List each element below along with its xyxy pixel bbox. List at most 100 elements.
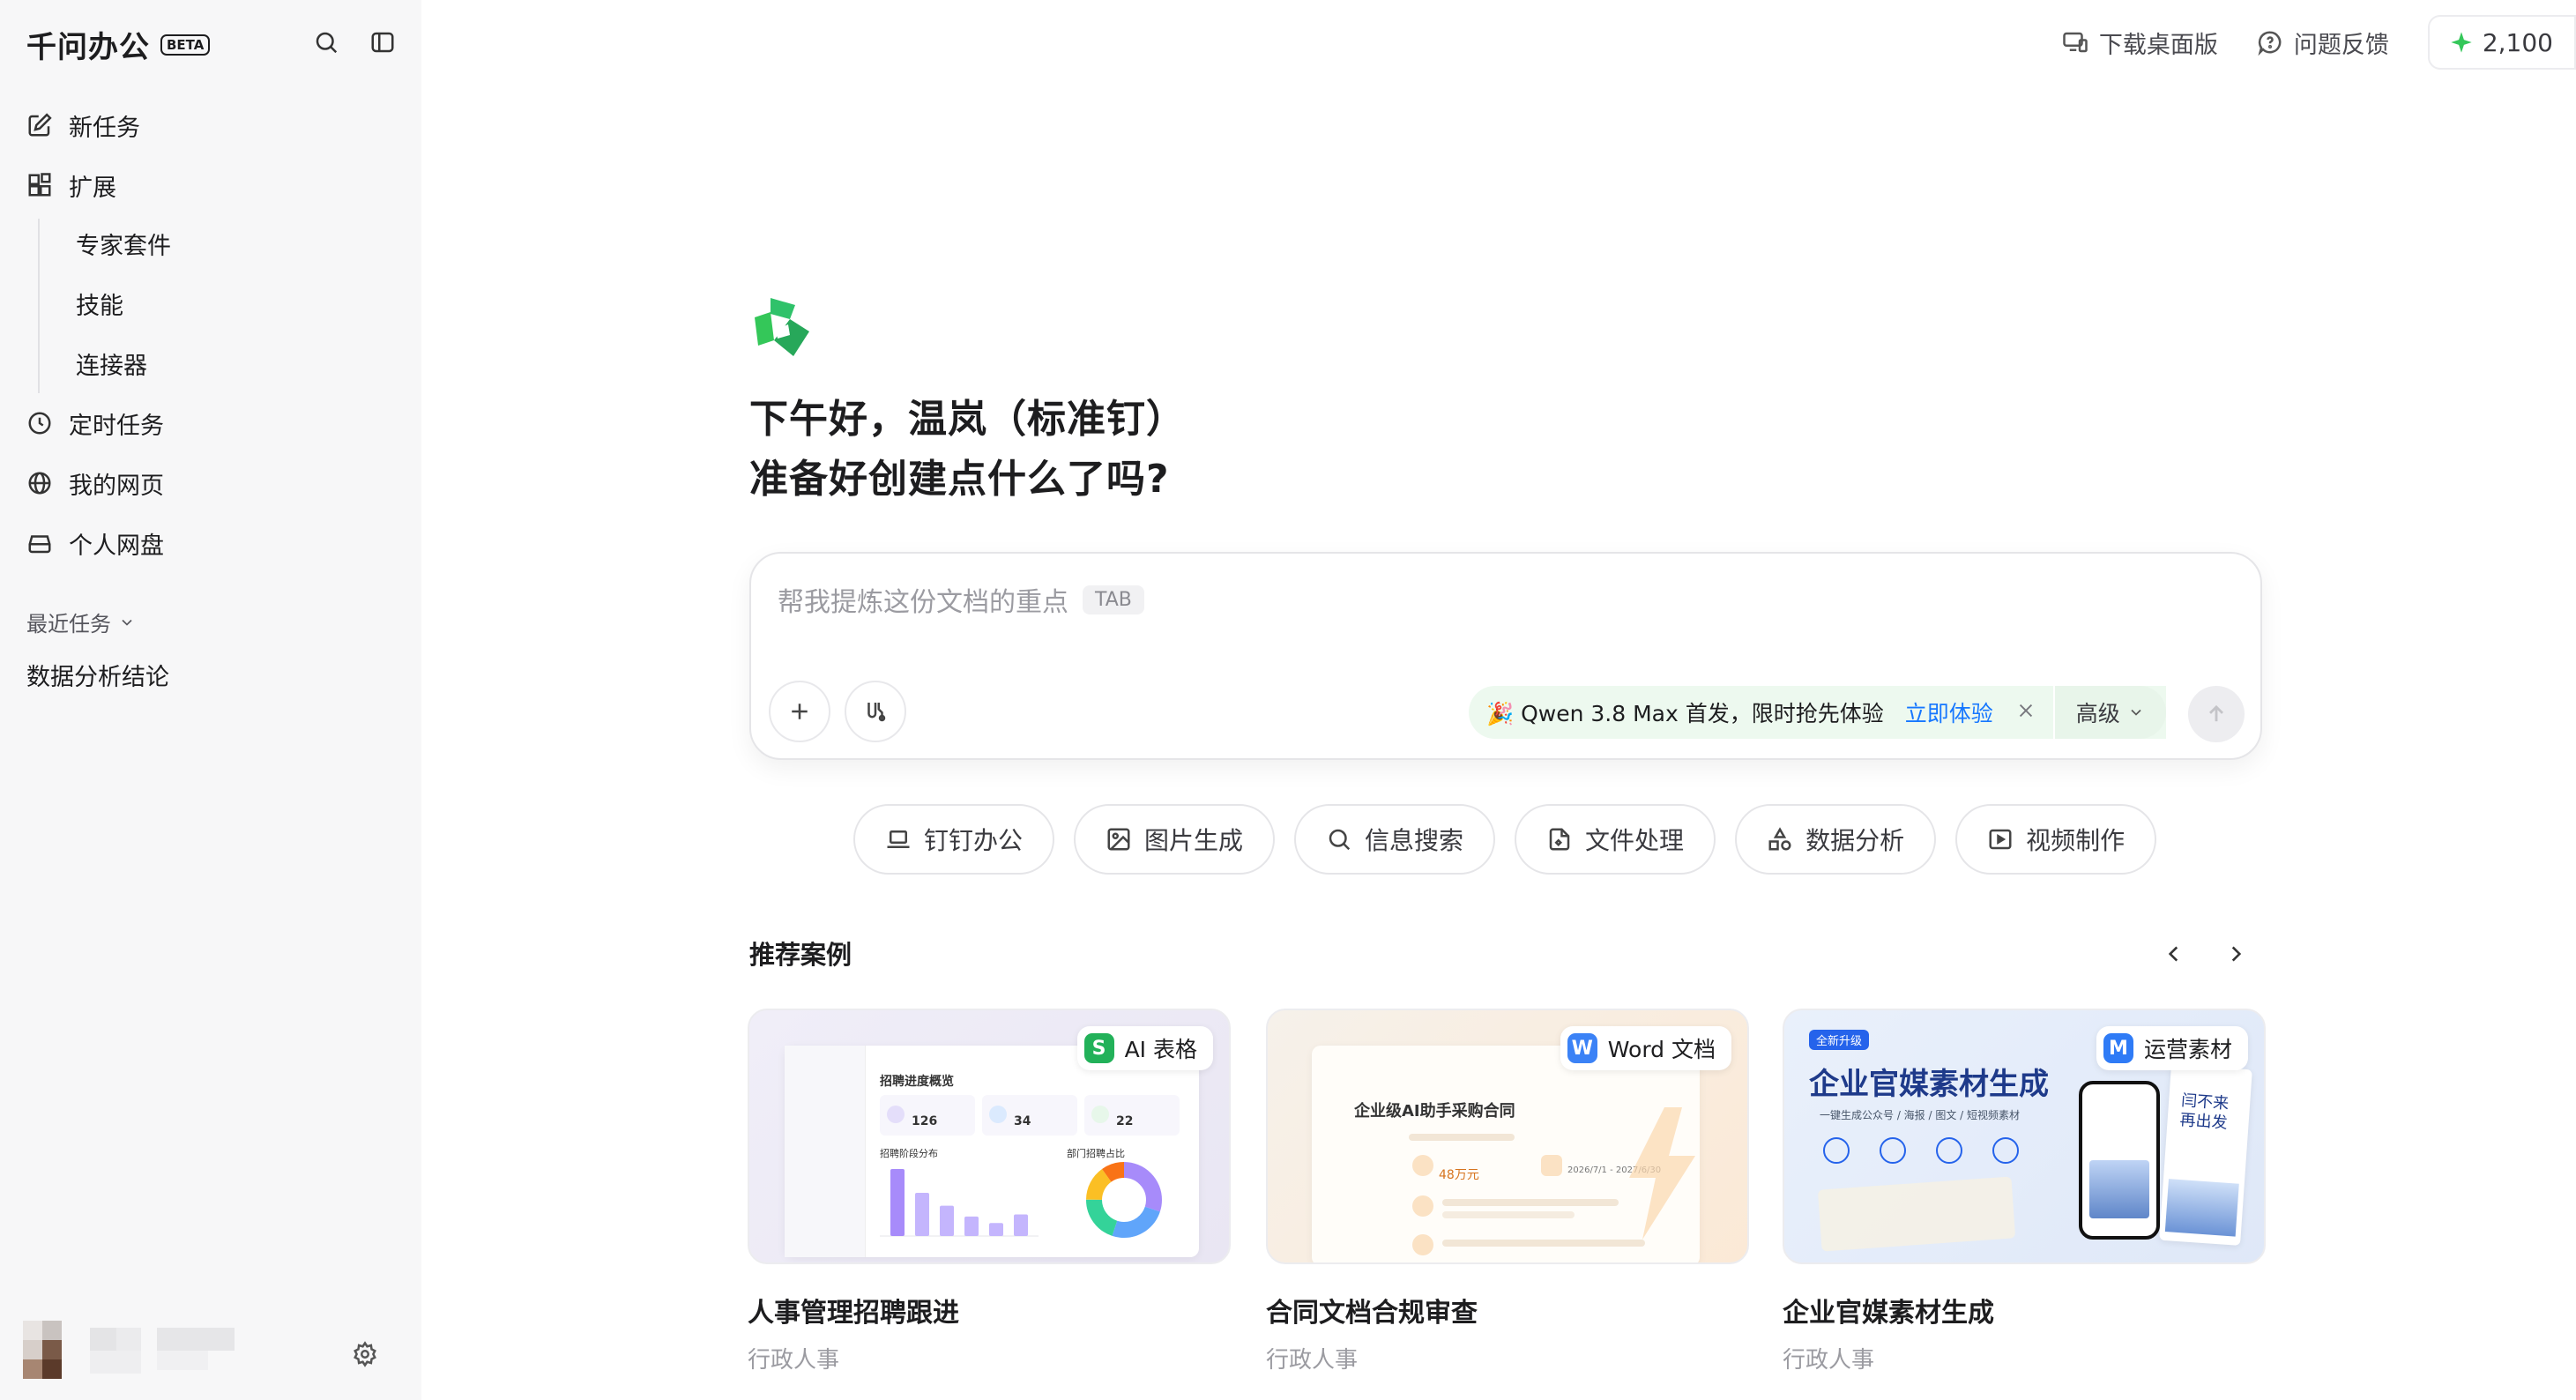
media-material-icon: M [2103,1033,2133,1063]
case-card-contract-review[interactable]: 企业级AI助手采购合同 48万元 2026/7/1 - 2027/6/30 W … [1266,1009,1749,1374]
search-button[interactable] [307,23,346,62]
sidebar-subitem-label: 连接器 [76,352,147,380]
sidebar-subitem-expert-kit[interactable]: 专家套件 [76,219,171,268]
close-icon [2019,704,2032,717]
plus-icon [792,704,808,719]
tools-button[interactable] [845,681,906,742]
case-card-media-assets[interactable]: 全新升级 企业官媒素材生成 一键生成公众号 / 海报 / 图文 / 短视频素材 … [1783,1009,2266,1374]
recommend-title: 推荐案例 [749,940,852,970]
download-label: 下载桌面版 [2098,31,2218,59]
tree-line [38,219,40,393]
poster-mockup: 闫不来 再出发 [2159,1064,2252,1246]
sidebar: 千问办公 BETA 新任务 扩展 专家套件 技能 连接器 定时任务 我的网页 个… [0,0,421,1400]
sidebar-item-extensions[interactable]: 扩展 [25,160,395,210]
badge-label: 运营素材 [2143,1037,2232,1062]
chevron-down-icon [122,619,132,626]
search-icon [316,32,338,54]
gear-icon [354,1341,376,1367]
promo-cta-link[interactable]: 立即体验 [1905,696,1993,728]
video-icon [1989,829,2012,850]
chip-info-search[interactable]: 信息搜索 [1294,804,1496,875]
card-category: 行政人事 [1266,1347,1359,1374]
bar [989,1223,1003,1236]
recent-tasks-toggle[interactable]: 最近任务 [26,607,136,637]
bar [915,1192,929,1236]
prev-page-button[interactable] [2156,936,2192,972]
stat-value: 22 [1116,1114,1134,1128]
prompt-input[interactable]: 帮我提炼这份文档的重点 TAB [778,580,1144,619]
promo-banner: 🎉 Qwen 3.8 Max 首发，限时抢先体验 立即体验 高级 [1469,686,2166,739]
chip-label: 图片生成 [1144,826,1244,855]
drive-icon [25,528,55,558]
badge-label: Word 文档 [1607,1037,1716,1062]
stat-value: 34 [1014,1114,1031,1128]
extension-icon [25,170,55,200]
chip-label: 信息搜索 [1365,826,1464,855]
chip-label: 钉钉办公 [924,826,1024,855]
sidebar-item-new-task[interactable]: 新任务 [25,101,395,150]
chip-file-processing[interactable]: 文件处理 [1515,804,1716,875]
card-title: 合同文档合规审查 [1266,1298,1478,1329]
chip-label: 视频制作 [2026,826,2126,855]
recent-task-item[interactable]: 数据分析结论 [26,658,169,692]
dashboard-preview: 招聘进度概览 126 34 22 招聘阶段分布 部门招聘占比 [785,1046,1199,1257]
card-type-badge: W Word 文档 [1560,1026,1731,1070]
chip-dingtalk-office[interactable]: 钉钉办公 [853,804,1055,875]
chevron-right-icon [2231,946,2242,962]
settings-button[interactable] [347,1337,383,1372]
tab-hint: TAB [1083,585,1144,614]
user-name-blurred [90,1321,240,1379]
model-mode-select[interactable]: 高级 [2052,686,2166,739]
avatar [23,1321,81,1379]
upgrade-tag: 全新升级 [1809,1030,1870,1050]
chip-video-production[interactable]: 视频制作 [1955,804,2157,875]
sidebar-subitem-label: 专家套件 [76,232,171,260]
user-profile[interactable] [23,1321,240,1379]
next-page-button[interactable] [2218,936,2253,972]
word-doc-icon: W [1567,1033,1597,1063]
send-button[interactable] [2188,686,2245,742]
card-type-badge: M 运营素材 [2096,1026,2248,1070]
preview-chart-label: 部门招聘占比 [1067,1148,1125,1159]
phone-mockup [2079,1081,2160,1240]
chevron-down-icon [2131,709,2141,716]
sidebar-subitem-connectors[interactable]: 连接器 [76,339,147,388]
tools-icon [867,703,886,722]
preview-heading: 企业级AI助手采购合同 [1354,1102,1515,1121]
close-promo-button[interactable] [2016,700,2036,726]
preview-chart-label: 招聘阶段分布 [880,1148,938,1159]
file-icon [1549,828,1570,851]
add-attachment-button[interactable] [769,681,830,742]
contract-amount: 48万元 [1439,1168,1479,1182]
points-balance[interactable]: 2,100 [2427,15,2576,70]
greeting-line-1: 下午好，温岚（标准钉） [749,397,1186,442]
sidebar-item-label: 定时任务 [69,412,164,440]
chip-data-analysis[interactable]: 数据分析 [1735,804,1937,875]
case-card-hr-recruiting[interactable]: 招聘进度概览 126 34 22 招聘阶段分布 部门招聘占比 S AI 表格 人… [748,1009,1231,1374]
feedback-link[interactable]: 问题反馈 [2257,26,2389,60]
ai-sheet-icon: S [1083,1033,1114,1063]
preview-subheading: 一键生成公众号 / 海报 / 图文 / 短视频素材 [1820,1109,2021,1121]
toggle-sidebar-button[interactable] [363,23,402,62]
qwen-logo [751,294,815,365]
image-icon [1107,828,1130,851]
donut-chart-preview [1086,1162,1162,1238]
recent-tasks-label: 最近任务 [26,612,111,637]
bar [940,1205,954,1236]
feedback-label: 问题反馈 [2293,31,2389,59]
sidebar-item-personal-drive[interactable]: 个人网盘 [25,518,395,568]
sidebar-item-scheduled-tasks[interactable]: 定时任务 [25,398,395,448]
quick-actions: 钉钉办公 图片生成 信息搜索 文件处理 数据分析 视频制作 [853,804,2157,875]
prompt-box[interactable]: 帮我提炼这份文档的重点 TAB 🎉 Qwen 3.8 Max 首发，限时抢先体验… [749,552,2262,760]
card-title: 企业官媒素材生成 [1783,1298,1994,1329]
chip-image-generation[interactable]: 图片生成 [1074,804,1276,875]
chevron-left-icon [2168,946,2178,962]
chip-label: 文件处理 [1585,826,1685,855]
sidebar-subitem-skills[interactable]: 技能 [76,279,123,328]
brand[interactable]: 千问办公 BETA [26,23,211,66]
download-desktop-link[interactable]: 下载桌面版 [2062,26,2218,60]
preview-heading: 企业官媒素材生成 [1809,1067,2049,1102]
sidebar-item-my-pages[interactable]: 我的网页 [25,458,395,508]
card-title: 人事管理招聘跟进 [748,1298,959,1329]
poster-text: 闫不来 再出发 [2178,1091,2230,1133]
